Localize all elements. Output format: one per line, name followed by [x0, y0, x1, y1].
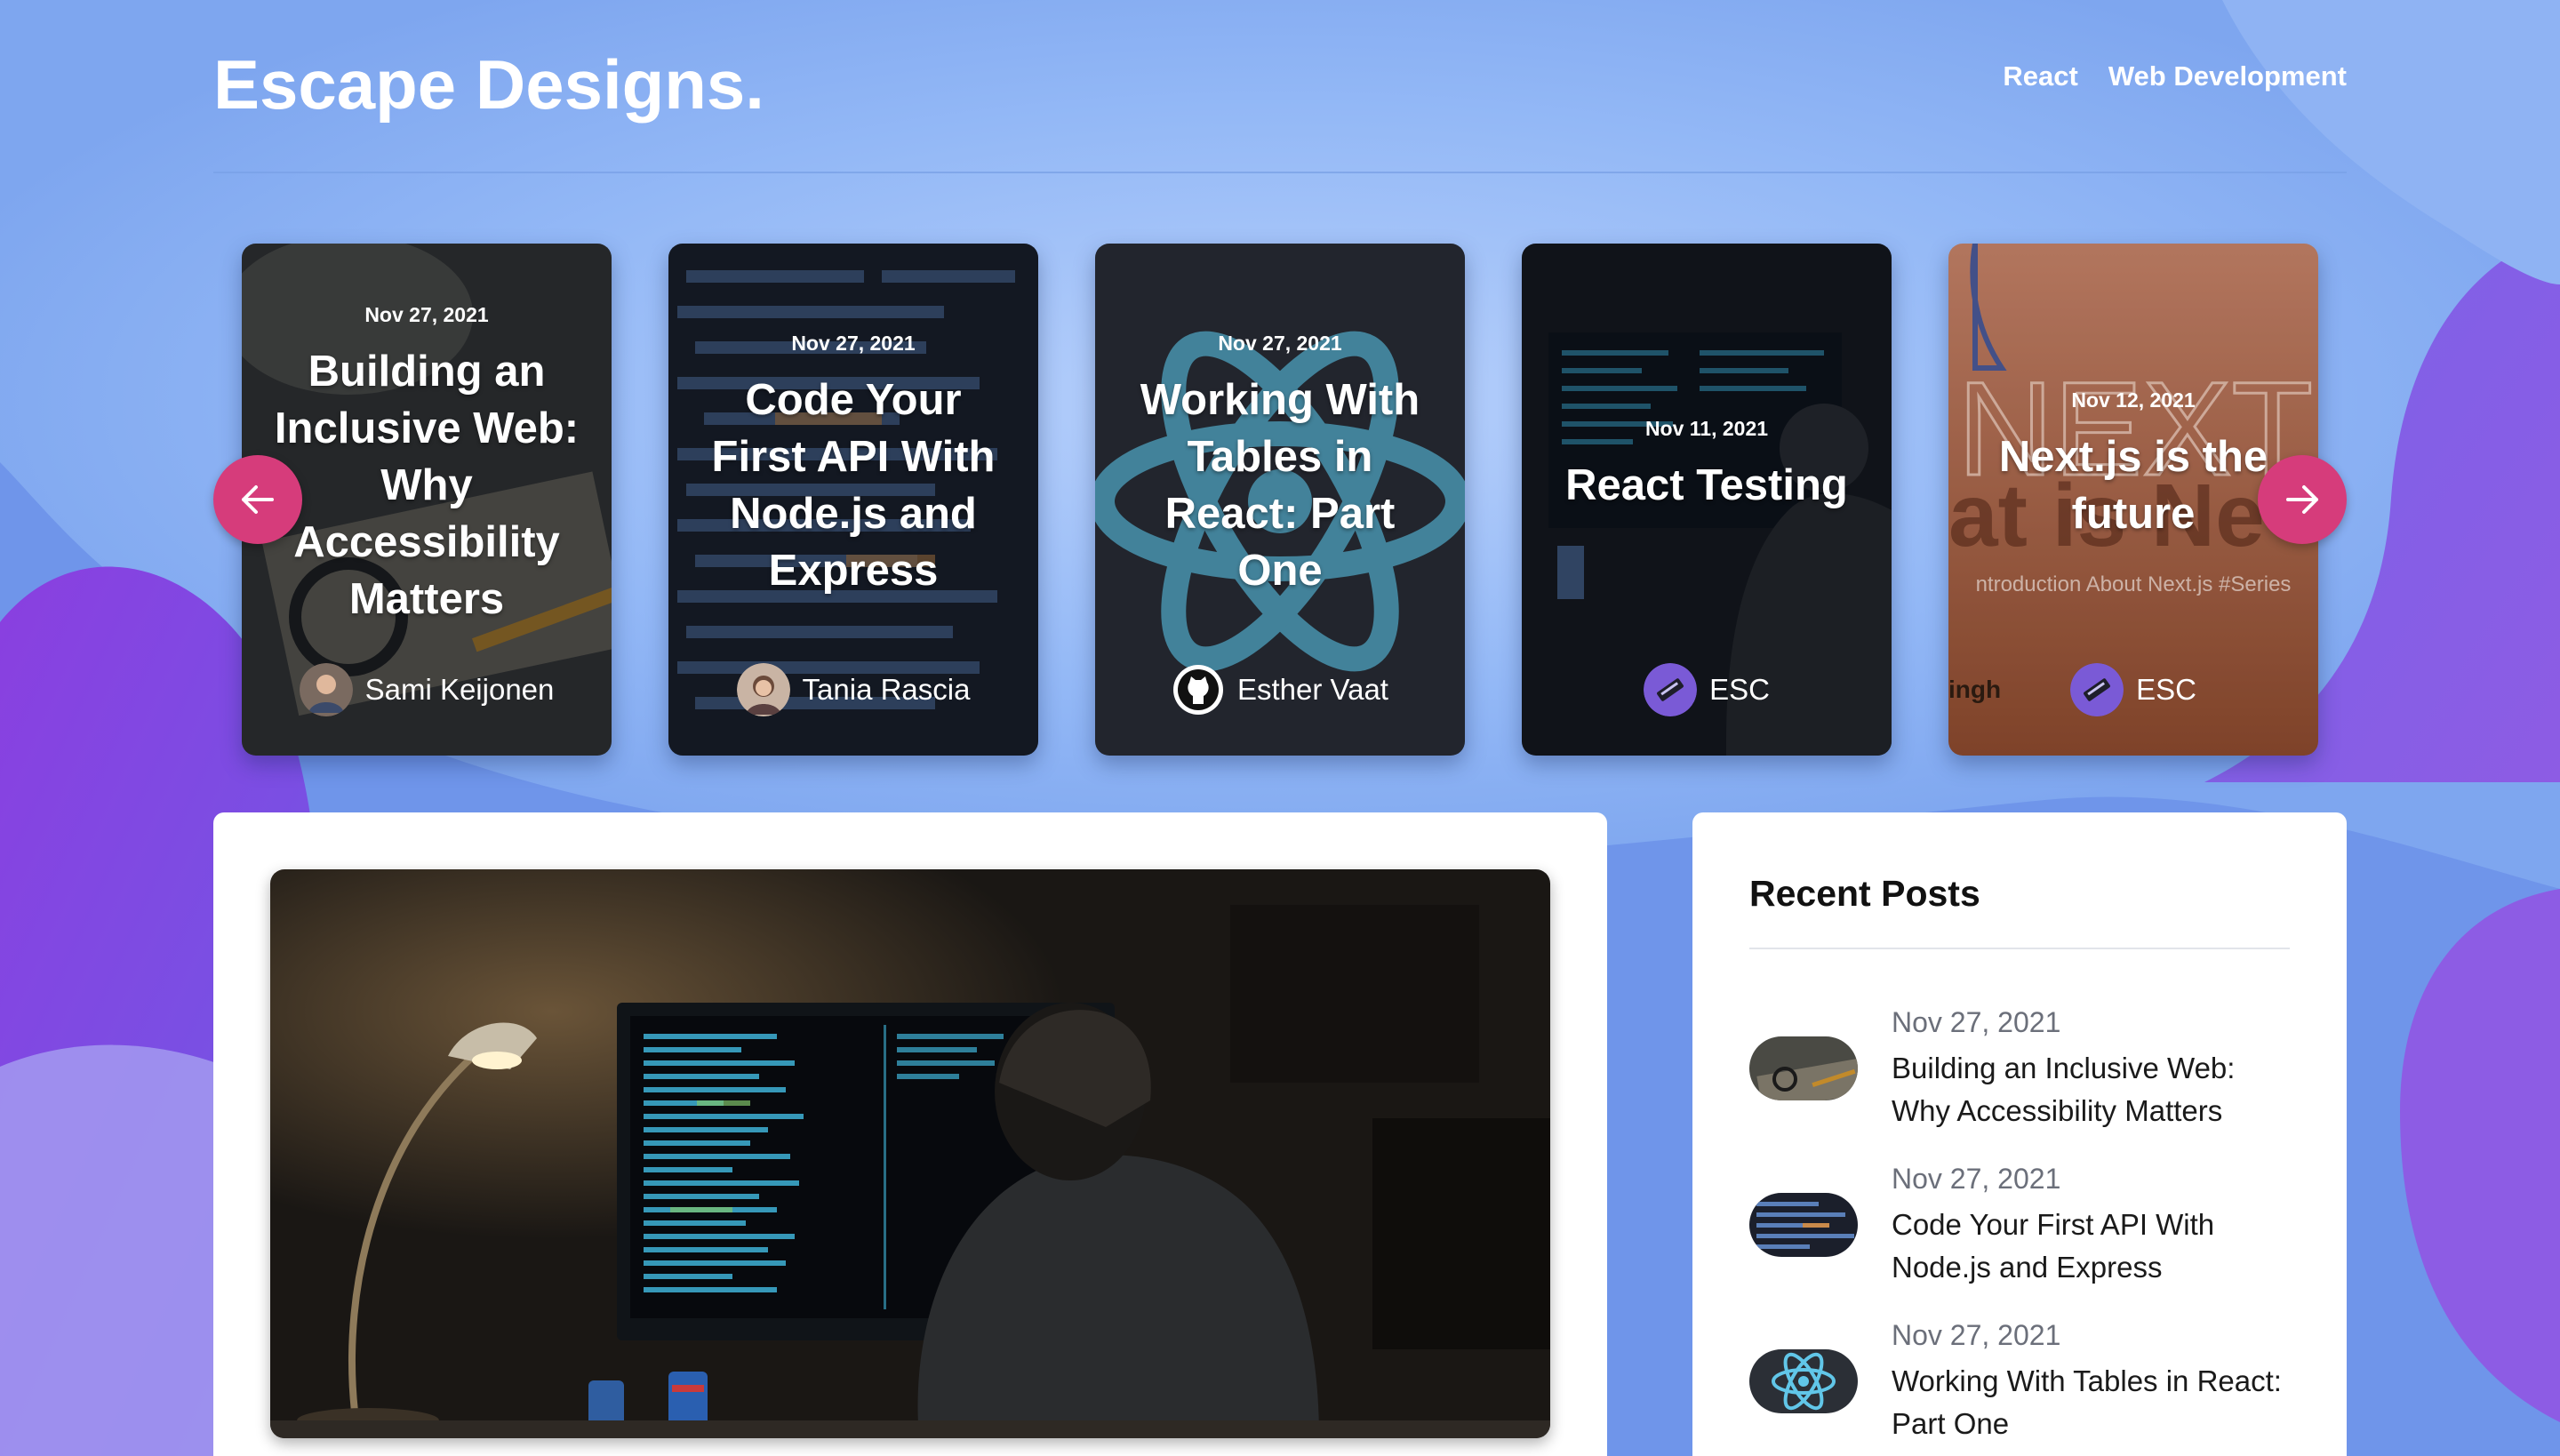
recent-post-item[interactable]: Nov 27, 2021 Code Your First API With No… — [1749, 1163, 2290, 1305]
card-content: Nov 11, 2021 React Testing — [1522, 244, 1892, 686]
author-name: Esther Vaat — [1237, 673, 1388, 706]
recent-post-thumbnail — [1749, 1036, 1858, 1100]
card-author: Tania Rascia — [668, 663, 1038, 716]
card-title[interactable]: Working With Tables in React: Part One — [1122, 372, 1438, 599]
carousel-prev-button[interactable] — [213, 455, 302, 544]
recent-post-item[interactable]: Nov 27, 2021 Working With Tables in Reac… — [1749, 1319, 2290, 1456]
github-icon — [1172, 663, 1225, 716]
card-content: Nov 27, 2021 Working With Tables in Reac… — [1095, 244, 1465, 686]
card-author: ESC — [1522, 663, 1892, 716]
author-avatar — [299, 663, 353, 716]
card-content: Nov 12, 2021 Next.js is the future — [1948, 244, 2318, 686]
sidebar-title: Recent Posts — [1749, 873, 1980, 914]
featured-carousel: Nov 27, 2021 Building an Inclusive Web: … — [242, 244, 2318, 757]
card-content: Nov 27, 2021 Code Your First API With No… — [668, 244, 1038, 686]
carousel-card[interactable]: Nov 27, 2021 Code Your First API With No… — [668, 244, 1038, 756]
card-content: Nov 27, 2021 Building an Inclusive Web: … — [242, 244, 612, 686]
nav-link-web-development[interactable]: Web Development — [2108, 60, 2347, 92]
arrow-right-icon — [2286, 485, 2318, 514]
recent-post-title[interactable]: Code Your First API With Node.js and Exp… — [1892, 1204, 2292, 1289]
recent-post-thumbnail — [1749, 1193, 1858, 1257]
recent-post-date: Nov 27, 2021 — [1892, 1006, 2061, 1038]
carousel-card[interactable]: Nov 11, 2021 React Testing ESC — [1522, 244, 1892, 756]
author-name: Tania Rascia — [802, 673, 971, 706]
card-title[interactable]: Next.js is the future — [1975, 428, 2292, 542]
site-header: Escape Designs. React Web Development — [213, 36, 2347, 172]
carousel-card[interactable]: Nov 27, 2021 Working With Tables in Reac… — [1095, 244, 1465, 756]
author-name: ESC — [2136, 673, 2196, 706]
card-title[interactable]: React Testing — [1565, 457, 1848, 514]
author-avatar — [1644, 663, 1698, 716]
recent-posts-sidebar: Recent Posts Nov 27, 2021 Building an In… — [1692, 812, 2347, 1456]
card-title[interactable]: Code Your First API With Node.js and Exp… — [695, 372, 1012, 599]
card-author: ESC — [1948, 663, 2318, 716]
card-date: Nov 11, 2021 — [1644, 416, 1769, 440]
author-avatar — [736, 663, 790, 716]
header-divider — [213, 172, 2347, 173]
card-author: Esther Vaat — [1095, 663, 1465, 716]
site-logo[interactable]: Escape Designs. — [213, 44, 764, 125]
card-date: Nov 27, 2021 — [1218, 331, 1342, 355]
card-date: Nov 27, 2021 — [791, 331, 916, 355]
nav-link-react[interactable]: React — [2003, 60, 2077, 92]
recent-post-thumbnail — [1749, 1349, 1858, 1413]
author-name: Sami Keijonen — [364, 673, 555, 706]
featured-post-image[interactable] — [270, 869, 1550, 1438]
card-author: Sami Keijonen — [242, 663, 612, 716]
recent-post-item[interactable]: Nov 27, 2021 Building an Inclusive Web: … — [1749, 1006, 2290, 1148]
developer-at-desk-image — [270, 869, 1550, 1438]
main-nav: React Web Development — [2003, 60, 2347, 92]
recent-post-date: Nov 27, 2021 — [1892, 1319, 2061, 1351]
recent-post-date: Nov 27, 2021 — [1892, 1163, 2061, 1195]
author-name: ESC — [1709, 673, 1770, 706]
arrow-left-icon — [242, 485, 274, 514]
recent-post-title[interactable]: Building an Inclusive Web: Why Accessibi… — [1892, 1047, 2292, 1132]
card-date: Nov 27, 2021 — [364, 302, 489, 326]
recent-post-title[interactable]: Working With Tables in React: Part One — [1892, 1360, 2292, 1445]
carousel-next-button[interactable] — [2258, 455, 2347, 544]
card-date: Nov 12, 2021 — [2071, 388, 2196, 412]
main-content-panel — [213, 812, 1607, 1456]
author-avatar — [2070, 663, 2124, 716]
sidebar-divider — [1749, 948, 2290, 949]
card-title[interactable]: Building an Inclusive Web: Why Accessibi… — [268, 343, 585, 628]
